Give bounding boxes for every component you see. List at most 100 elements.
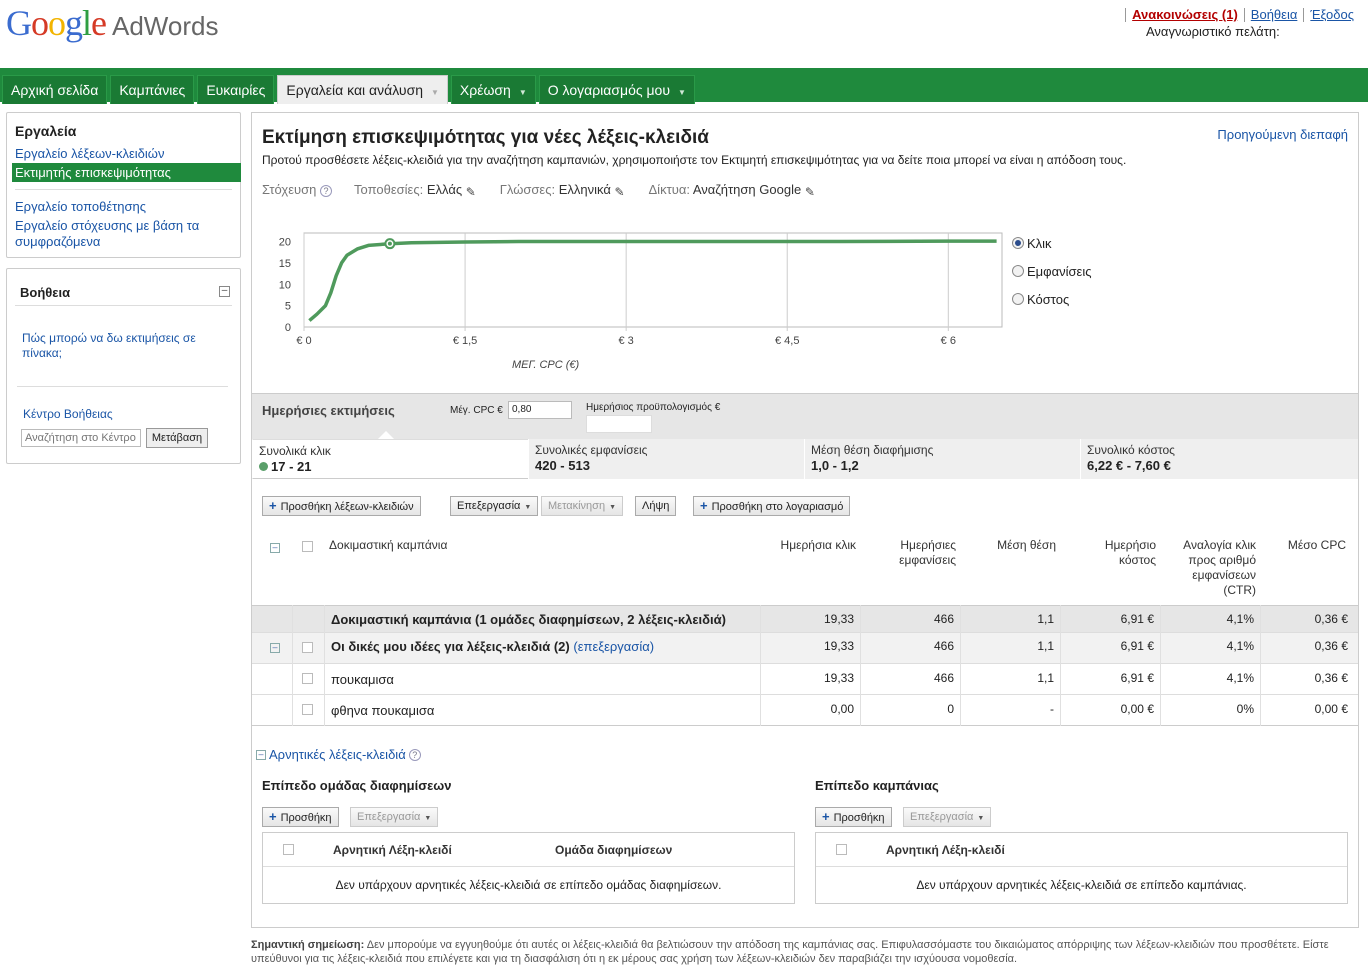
help-search-input[interactable] xyxy=(21,429,141,447)
important-note: Σημαντική σημείωση: Δεν μπορούμε να εγγυ… xyxy=(251,938,1351,966)
x-tick-label: € 1,5 xyxy=(453,335,477,347)
table-row[interactable]: φθηνα πουκαμισα 0,00 0 - 0,00 € 0% 0,00 … xyxy=(252,695,1358,726)
tab-my-account[interactable]: Ο λογαριασμός μου ▼ xyxy=(538,75,695,104)
radio-icon[interactable] xyxy=(1012,293,1024,305)
y-tick-label: 10 xyxy=(279,279,291,291)
col-avg-cpc[interactable]: Μέσο CPC xyxy=(1262,538,1346,553)
select-all-checkbox[interactable] xyxy=(283,844,294,855)
tools-title: Εργαλεία xyxy=(15,123,77,139)
y-tick-label: 0 xyxy=(285,322,291,334)
cell-clicks: 19,33 xyxy=(823,612,854,626)
pencil-icon[interactable]: ✎ xyxy=(615,185,627,199)
radio-icon[interactable] xyxy=(1012,237,1024,249)
sidebar-item-keyword-tool[interactable]: Εργαλείο λέξεων-κλειδιών xyxy=(15,146,230,162)
negative-keywords-toggle[interactable]: – Αρνητικές λέξεις-κλειδιά ? xyxy=(256,747,421,762)
summary-position[interactable]: Μέση θέση διαφήμισης 1,0 - 1,2 xyxy=(804,439,1080,479)
row-checkbox[interactable] xyxy=(302,704,313,715)
previous-interface-link[interactable]: Προηγούμενη διεπαφή xyxy=(1217,127,1348,142)
col-adgroup[interactable]: Ομάδα διαφημίσεων xyxy=(555,843,672,857)
edit-link[interactable]: (επεξεργασία) xyxy=(573,639,654,654)
column-divider xyxy=(324,605,325,726)
tab-tools-analysis[interactable]: Εργαλεία και ανάλυση ▼ xyxy=(277,75,448,104)
collapse-icon[interactable]: – xyxy=(219,286,230,297)
sidebar-item-traffic-estimator[interactable]: Εκτιμητής επισκεψιμότητας xyxy=(12,163,241,182)
radio-icon[interactable] xyxy=(1012,265,1024,277)
pencil-icon[interactable]: ✎ xyxy=(805,185,817,199)
chevron-down-icon: ▼ xyxy=(518,88,527,97)
summary-value: 1,0 - 1,2 xyxy=(811,458,859,473)
sidebar-item-contextual-targeting[interactable]: Εργαλείο στόχευσης με βάση τα συμφραζόμε… xyxy=(15,218,230,250)
col-ctr[interactable]: Αναλογία κλικ προς αριθμό εμφανίσεων (CT… xyxy=(1162,538,1256,598)
col-negative-keyword[interactable]: Αρνητική Λέξη-κλειδί xyxy=(333,843,452,857)
sidebar-item-placement-tool[interactable]: Εργαλείο τοποθέτησης xyxy=(15,199,230,215)
x-tick-label: € 3 xyxy=(619,335,634,347)
add-campaign-negative-button[interactable]: + Προσθήκη xyxy=(815,807,892,827)
tab-opportunities[interactable]: Ευκαιρίες xyxy=(197,75,275,104)
column-divider xyxy=(860,605,861,726)
tab-billing[interactable]: Χρέωση ▼ xyxy=(450,75,536,104)
select-all-checkbox[interactable] xyxy=(302,541,313,552)
add-adgroup-negative-button[interactable]: + Προσθήκη xyxy=(262,807,339,827)
col-daily-clicks[interactable]: Ημερήσια κλικ xyxy=(760,538,856,553)
col-daily-cost[interactable]: Ημερήσιο κόστος xyxy=(1072,538,1156,568)
page-title: Εκτίμηση επισκεψιμότητας για νέες λέξεις… xyxy=(262,127,709,148)
row-checkbox[interactable] xyxy=(302,673,313,684)
networks-setting[interactable]: Δίκτυα: Αναζήτηση Google ✎ xyxy=(649,182,817,199)
select-all-checkbox[interactable] xyxy=(836,844,847,855)
pencil-icon[interactable]: ✎ xyxy=(466,185,478,199)
download-button[interactable]: Λήψη xyxy=(635,496,677,516)
help-center-link[interactable]: Κέντρο Βοήθειας xyxy=(23,407,113,421)
table-row[interactable]: πουκαμισα 19,33 466 1,1 6,91 € 4,1% 0,36… xyxy=(252,664,1358,695)
collapse-icon[interactable]: – xyxy=(270,643,280,653)
edit-campaign-negative-dropdown[interactable]: Επεξεργασία ▼ xyxy=(903,807,992,827)
button-label: Μετακίνηση xyxy=(548,500,606,512)
announcements-link[interactable]: Ανακοινώσεις (1) xyxy=(1125,8,1244,22)
help-icon[interactable]: ? xyxy=(320,184,333,197)
col-daily-impressions[interactable]: Ημερήσιες εμφανίσεις xyxy=(872,538,956,568)
row-checkbox[interactable] xyxy=(302,642,313,653)
table-row[interactable]: Δοκιμαστική καμπάνια (1 ομάδες διαφημίσε… xyxy=(252,605,1358,633)
add-to-account-button[interactable]: + Προσθήκη στο λογαριασμό xyxy=(693,496,851,516)
tab-home[interactable]: Αρχική σελίδα xyxy=(2,75,108,104)
logout-link[interactable]: Έξοδος xyxy=(1303,8,1360,22)
max-cpc-input[interactable]: 0,80 xyxy=(508,401,572,419)
networks-value: Αναζήτηση Google xyxy=(692,182,802,197)
campaign-column-header[interactable]: Δοκιμαστική καμπάνια xyxy=(329,538,447,553)
languages-setting[interactable]: Γλώσσες: Ελληνικά ✎ xyxy=(500,182,627,199)
column-divider xyxy=(1260,605,1261,726)
cell-ctr: 4,1% xyxy=(1226,639,1254,653)
daily-budget-input[interactable] xyxy=(586,415,652,433)
help-question-link[interactable]: Πώς μπορώ να δω εκτιμήσεις σε πίνακα; xyxy=(22,331,222,361)
cell-cpc: 0,00 € xyxy=(1314,702,1348,716)
add-keywords-button[interactable]: + Προσθήκη λέξεων-κλειδιών xyxy=(262,496,421,516)
col-avg-position[interactable]: Μέση θέση xyxy=(972,538,1056,553)
edit-adgroup-negative-dropdown[interactable]: Επεξεργασία ▼ xyxy=(350,807,439,827)
move-dropdown[interactable]: Μετακίνηση ▼ xyxy=(541,496,624,516)
button-label: Προσθήκη στο λογαριασμό xyxy=(711,501,844,513)
cell-impressions: 466 xyxy=(933,639,954,653)
edit-dropdown[interactable]: Επεξεργασία ▼ xyxy=(450,496,539,516)
tab-label: Εργαλεία και ανάλυση xyxy=(286,82,423,98)
radio-clicks[interactable]: Κλικ xyxy=(1012,229,1091,257)
daily-estimates-label: Ημερήσιες εκτιμήσεις xyxy=(262,403,395,418)
button-label: Προσθήκη λέξεων-κλειδιών xyxy=(280,501,414,513)
cell-ctr: 4,1% xyxy=(1226,612,1254,626)
col-negative-keyword[interactable]: Αρνητική Λέξη-κλειδί xyxy=(886,843,1005,857)
locations-setting[interactable]: Τοποθεσίες: Ελλάς ✎ xyxy=(354,182,478,199)
adwords-logo[interactable]: Google AdWords xyxy=(6,2,218,46)
summary-impressions[interactable]: Συνολικές εμφανίσεις 420 - 513 xyxy=(528,439,804,479)
summary-cost[interactable]: Συνολικό κόστος 6,22 € - 7,60 € xyxy=(1080,439,1358,479)
help-link[interactable]: Βοήθεια xyxy=(1243,8,1304,22)
help-go-button[interactable]: Μετάβαση xyxy=(146,428,208,448)
collapse-icon[interactable]: – xyxy=(270,543,280,553)
targeting-bar: Στόχευση ? Τοποθεσίες: Ελλάς ✎ Γλώσσες: … xyxy=(262,182,839,199)
summary-label: Συνολικά κλικ xyxy=(259,444,331,458)
tab-campaigns[interactable]: Καμπάνιες xyxy=(110,75,195,104)
summary-clicks[interactable]: Συνολικά κλικ 17 - 21 xyxy=(252,439,528,479)
radio-impressions[interactable]: Εμφανίσεις xyxy=(1012,257,1091,285)
collapse-icon[interactable]: – xyxy=(256,749,266,760)
help-icon[interactable]: ? xyxy=(408,748,421,761)
table-row[interactable]: – Οι δικές μου ιδέες για λέξεις-κλειδιά … xyxy=(252,633,1358,664)
cell-cost: 6,91 € xyxy=(1120,612,1154,626)
radio-cost[interactable]: Κόστος xyxy=(1012,285,1091,313)
